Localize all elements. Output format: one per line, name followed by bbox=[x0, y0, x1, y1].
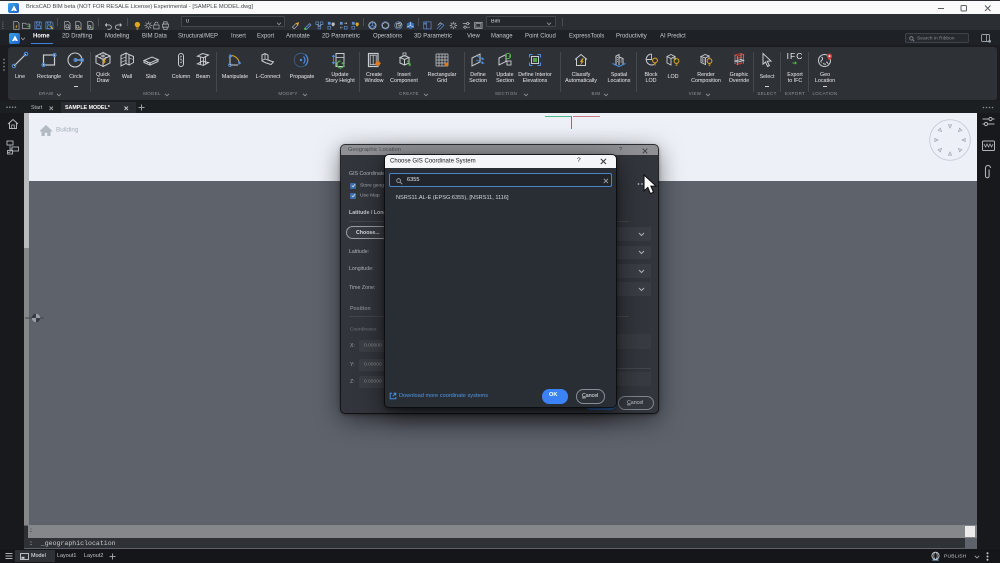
svg-text:IFC: IFC bbox=[786, 51, 803, 61]
